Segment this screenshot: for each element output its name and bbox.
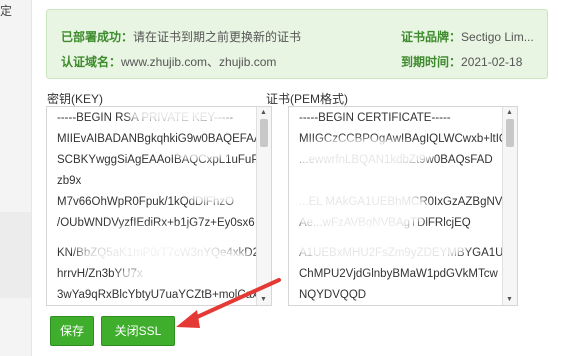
- red-arrow-annotation: [176, 278, 281, 328]
- arrow-shaft: [184, 278, 281, 324]
- arrow-head-icon: [176, 310, 200, 328]
